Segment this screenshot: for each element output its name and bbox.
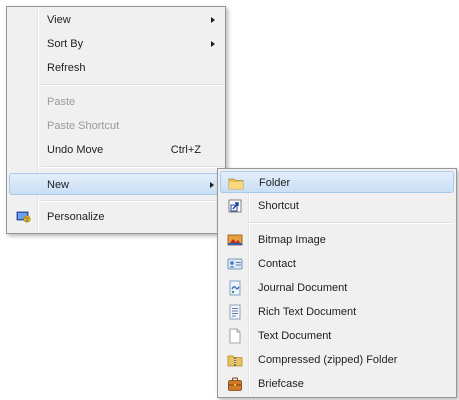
contact-icon <box>227 258 243 270</box>
menu-item-undo-move[interactable]: Undo Move Ctrl+Z <box>9 139 223 161</box>
submenu-item-folder[interactable]: Folder <box>220 171 454 193</box>
submenu-item-rich-text-document-label: Rich Text Document <box>258 306 357 318</box>
menu-item-paste-shortcut-label: Paste Shortcut <box>47 120 120 132</box>
submenu-item-journal-document-label: Journal Document <box>258 282 348 294</box>
bitmap-image-icon <box>227 234 243 246</box>
menu-item-personalize[interactable]: Personalize <box>9 206 223 228</box>
submenu-item-briefcase[interactable]: Briefcase <box>220 373 454 395</box>
compressed-folder-icon <box>227 355 243 367</box>
submenu-item-rich-text-document[interactable]: Rich Text Document <box>220 301 454 323</box>
submenu-item-shortcut-label: Shortcut <box>258 200 299 212</box>
briefcase-icon <box>228 377 242 391</box>
text-document-icon <box>229 328 241 344</box>
journal-document-icon <box>229 280 241 296</box>
menu-separator <box>41 166 223 168</box>
submenu-arrow-icon <box>211 17 215 23</box>
menu-item-refresh[interactable]: Refresh <box>9 57 223 79</box>
submenu-item-text-document-label: Text Document <box>258 330 332 342</box>
submenu-item-compressed-folder-label: Compressed (zipped) Folder <box>258 354 398 366</box>
submenu-arrow-icon <box>211 41 215 47</box>
menu-item-view-label: View <box>47 14 71 26</box>
menu-item-sort-by-label: Sort By <box>47 38 84 50</box>
menu-item-undo-move-label: Undo Move <box>47 144 104 156</box>
folder-icon <box>228 178 244 190</box>
rich-text-document-icon <box>229 304 241 320</box>
submenu-item-bitmap-image[interactable]: Bitmap Image <box>220 229 454 251</box>
submenu-item-journal-document[interactable]: Journal Document <box>220 277 454 299</box>
desktop-context-menu-area: View Sort By Refresh Paste Paste Shortcu… <box>0 0 459 400</box>
submenu-arrow-icon <box>210 182 214 188</box>
menu-separator <box>248 222 454 224</box>
submenu-item-contact[interactable]: Contact <box>220 253 454 275</box>
personalize-icon <box>16 211 31 223</box>
submenu-item-shortcut[interactable]: Shortcut <box>220 195 454 217</box>
menu-item-refresh-label: Refresh <box>47 62 86 74</box>
submenu-item-folder-label: Folder <box>259 177 291 189</box>
new-submenu: Folder Shortcut Bitmap Image Contact Jou… <box>217 168 457 398</box>
submenu-item-text-document[interactable]: Text Document <box>220 325 454 347</box>
submenu-item-bitmap-image-label: Bitmap Image <box>258 234 326 246</box>
menu-item-view[interactable]: View <box>9 9 223 31</box>
menu-item-sort-by[interactable]: Sort By <box>9 33 223 55</box>
menu-separator <box>41 200 223 202</box>
shortcut-icon <box>228 199 242 213</box>
desktop-context-menu: View Sort By Refresh Paste Paste Shortcu… <box>6 6 226 234</box>
menu-item-undo-move-shortcut: Ctrl+Z <box>170 144 201 156</box>
menu-item-personalize-label: Personalize <box>47 211 105 223</box>
menu-separator <box>41 84 223 86</box>
menu-item-paste-label: Paste <box>47 96 76 108</box>
submenu-item-briefcase-label: Briefcase <box>258 378 304 390</box>
menu-item-new[interactable]: New <box>9 173 223 195</box>
menu-item-paste-shortcut[interactable]: Paste Shortcut <box>9 115 223 137</box>
submenu-item-contact-label: Contact <box>258 258 296 270</box>
submenu-item-compressed-folder[interactable]: Compressed (zipped) Folder <box>220 349 454 371</box>
menu-item-new-label: New <box>47 179 70 191</box>
menu-item-paste[interactable]: Paste <box>9 91 223 113</box>
